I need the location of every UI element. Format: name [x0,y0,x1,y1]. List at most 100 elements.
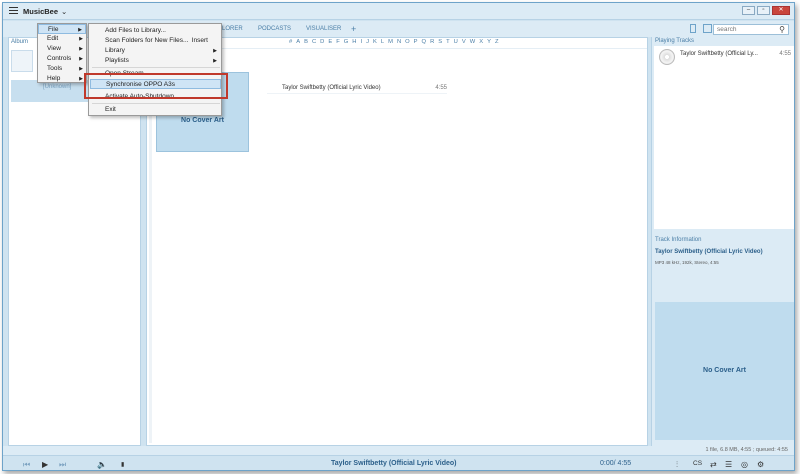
alphabet-filter-letter[interactable]: V [462,39,466,45]
alphabet-filter-letter[interactable]: R [430,39,434,45]
menu-item-label: View [47,45,61,52]
shuffle-icon[interactable]: ⇄ [710,460,717,469]
playing-tracks-header: Playing Tracks [655,38,695,44]
menu-item-library[interactable]: Library ▶ [90,46,221,56]
alphabet-filter-letter[interactable]: P [414,39,418,45]
track-info-title: Taylor Swiftbetty (Official Lyric Video) [655,249,763,255]
no-cover-art-label: No Cover Art [703,367,746,374]
divider [147,48,647,49]
alphabet-filter-letter[interactable]: N [397,39,401,45]
alphabet-filter-letter[interactable]: S [438,39,442,45]
cs-label[interactable]: CS [693,460,702,467]
alphabet-filter-letter[interactable]: D [320,39,324,45]
alphabet-filter-letter[interactable]: K [373,39,377,45]
menu-item-label: Playlists [105,57,129,64]
submenu-arrow-icon: ▶ [79,66,83,72]
add-tab-button[interactable]: + [351,24,356,34]
next-icon[interactable]: ⏭ [59,460,66,470]
menu-item-label: Controls [47,55,72,62]
alphabet-filter-letter[interactable]: Q [422,39,427,45]
alphabet-filter-letter[interactable]: Z [495,39,499,45]
track-title: Taylor Swiftbetty (Official Lyric Video) [282,85,381,91]
alphabet-filter-letter[interactable]: T [446,39,450,45]
app-title[interactable]: MusicBee ⌄ [23,7,67,16]
no-cover-art-label: No Cover Art [181,117,224,124]
volume-slider[interactable]: ▮ [121,461,124,468]
now-playing-cover: No Cover Art [655,302,794,440]
menu-item-help[interactable]: Help ▶ [38,74,86,84]
alphabet-filter-letter[interactable]: E [328,39,332,45]
previous-icon[interactable]: ⏮ [23,460,30,470]
search-icon[interactable]: ⚲ [779,25,785,34]
menu-item-controls[interactable]: Controls ▶ [38,54,86,64]
playing-track-duration: 4:55 [779,51,791,57]
alphabet-filter-letter[interactable]: X [479,39,483,45]
alphabet-filter-letter[interactable]: F [336,39,340,45]
close-button[interactable]: ✕ [772,6,790,15]
menu-item-label: File [48,26,59,33]
app-window: MusicBee ⌄ – ▫ ✕ PLORER PODCASTS VISUALIS… [2,2,795,471]
menu-item-label: Help [47,75,61,82]
album-label: [Unknown] [43,84,72,90]
alphabet-filter-letter[interactable]: I [360,39,362,45]
submenu-arrow-icon: ▶ [79,76,83,82]
menu-item-label: Library [105,47,125,54]
alphabet-filter-letter[interactable]: H [352,39,356,45]
alphabet-filter-letter[interactable]: J [366,39,369,45]
equalizer-icon[interactable]: ⫶ [676,460,678,470]
alphabet-filter-letter[interactable]: A [296,39,300,45]
track-duration: 4:55 [435,85,447,91]
submenu-arrow-icon: ▶ [213,48,217,54]
track-information-header: Track Information [655,237,702,243]
play-icon[interactable]: ▶ [42,460,48,469]
alphabet-filter-letter[interactable]: M [388,39,393,45]
alphabet-filter-letter[interactable]: W [470,39,475,45]
track-row[interactable]: Taylor Swiftbetty (Official Lyric Video)… [267,84,447,94]
menu-item-exit[interactable]: Exit [90,105,221,115]
menu-item-edit[interactable]: Edit ▶ [38,34,86,44]
submenu-arrow-icon: ▶ [79,46,83,52]
submenu-arrow-icon: ▶ [79,56,83,62]
album-thumbnail[interactable] [11,50,33,72]
playing-tracks-list: Taylor Swiftbetty (Official Ly... 4:55 [654,46,794,229]
tab-podcasts[interactable]: PODCASTS [258,26,291,32]
playing-track-title[interactable]: Taylor Swiftbetty (Official Ly... [680,51,758,57]
volume-icon[interactable]: 🔈 [97,460,107,469]
menu-item-scan-folders[interactable]: Scan Folders for New Files... Insert [90,36,221,46]
menu-shortcut: Insert [191,37,208,44]
layout-icon[interactable] [703,24,712,33]
maximize-button[interactable]: ▫ [757,6,770,15]
menu-separator [92,103,220,104]
tab-visualiser[interactable]: VISUALISER [306,26,341,32]
repeat-icon[interactable]: ☰ [725,460,732,469]
alphabet-filter-letter[interactable]: # [289,39,292,45]
minimize-button[interactable]: – [742,6,755,15]
submenu-arrow-icon: ▶ [213,58,217,64]
alphabet-filter-letter[interactable]: U [454,39,458,45]
highlight-annotation-box [84,73,228,99]
alphabet-filter-letter[interactable]: C [312,39,316,45]
window-controls: – ▫ ✕ [742,6,790,15]
alphabet-filter-letter[interactable]: G [344,39,349,45]
menu-item-add-files[interactable]: Add Files to Library... [90,26,221,36]
search-input[interactable]: search ⚲ [713,24,789,35]
alphabet-filter-letter[interactable]: L [381,39,384,45]
menu-item-tools[interactable]: Tools ▶ [38,64,86,74]
main-menu: File ▶ Edit ▶ View ▶ Controls ▶ Tools ▶ Help ▶ [37,23,87,83]
menu-item-view[interactable]: View ▶ [38,44,86,54]
alphabet-filter-bar: # A B C D E F G H I J K L M N O P Q R S T U V W X Y Z [289,39,499,45]
playback-time: 0:00/ 4:55 [600,460,632,467]
hamburger-menu-icon[interactable] [9,7,18,16]
menu-item-playlists[interactable]: Playlists ▶ [90,56,221,66]
alphabet-filter-letter[interactable]: Y [487,39,491,45]
scrobble-icon[interactable]: ◎ [741,460,748,469]
alphabet-filter-letter[interactable]: B [304,39,308,45]
menu-item-label: Add Files to Library... [105,27,166,34]
alphabet-filter-letter[interactable]: O [405,39,410,45]
player-bar: ⏮ ▶ ⏭ 🔈 ▮ Taylor Swiftbetty (Official Ly… [3,455,794,470]
menu-item-file[interactable]: File ▶ [38,24,86,34]
chevron-down-icon: ⌄ [61,7,68,16]
mini-player-icon[interactable] [690,24,696,33]
settings-icon[interactable]: ⚙ [757,460,764,469]
menu-separator [92,67,220,68]
